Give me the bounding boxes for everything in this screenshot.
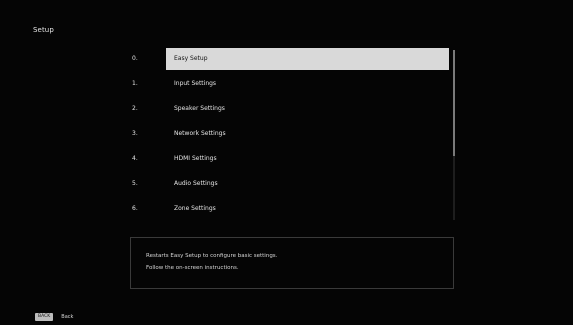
setup-menu: 0. Easy Setup 1. Input Settings 2. Speak… xyxy=(130,48,456,224)
menu-item-label: Zone Settings xyxy=(174,205,216,212)
menu-item-easy-setup[interactable]: 0. Easy Setup xyxy=(130,48,450,70)
page-title: Setup xyxy=(33,26,54,34)
menu-item-number: 5. xyxy=(132,180,138,187)
menu-item-label: HDMI Settings xyxy=(174,155,217,162)
menu-item-zone-settings[interactable]: 6. Zone Settings xyxy=(130,198,450,220)
menu-item-label: Network Settings xyxy=(174,130,226,137)
menu-item-label: Audio Settings xyxy=(174,180,218,187)
menu-item-label: Speaker Settings xyxy=(174,105,225,112)
menu-item-number: 2. xyxy=(132,105,138,112)
description-panel: Restarts Easy Setup to configure basic s… xyxy=(130,237,454,289)
back-label: Back xyxy=(61,313,74,320)
selection-highlight xyxy=(166,48,449,70)
back-control[interactable]: BACK Back xyxy=(35,306,73,321)
menu-item-hdmi-settings[interactable]: 4. HDMI Settings xyxy=(130,148,450,170)
menu-item-number: 4. xyxy=(132,155,138,162)
menu-item-number: 1. xyxy=(132,80,138,87)
menu-item-label: Easy Setup xyxy=(174,55,208,62)
menu-item-audio-settings[interactable]: 5. Audio Settings xyxy=(130,173,450,195)
menu-item-label: Input Settings xyxy=(174,80,217,87)
menu-item-input-settings[interactable]: 1. Input Settings xyxy=(130,73,450,95)
menu-scrollbar-thumb[interactable] xyxy=(453,50,455,156)
menu-item-speaker-settings[interactable]: 2. Speaker Settings xyxy=(130,98,450,120)
back-button[interactable]: BACK xyxy=(35,312,54,321)
setup-screen: Setup 0. Easy Setup 1. Input Settings 2.… xyxy=(0,0,573,325)
menu-item-number: 6. xyxy=(132,205,138,212)
menu-item-number: 3. xyxy=(132,130,138,137)
description-line-1: Restarts Easy Setup to configure basic s… xyxy=(146,253,278,259)
description-line-2: Follow the on-screen instructions. xyxy=(146,265,239,271)
menu-item-network-settings[interactable]: 3. Network Settings xyxy=(130,123,450,145)
menu-item-number: 0. xyxy=(132,55,138,62)
